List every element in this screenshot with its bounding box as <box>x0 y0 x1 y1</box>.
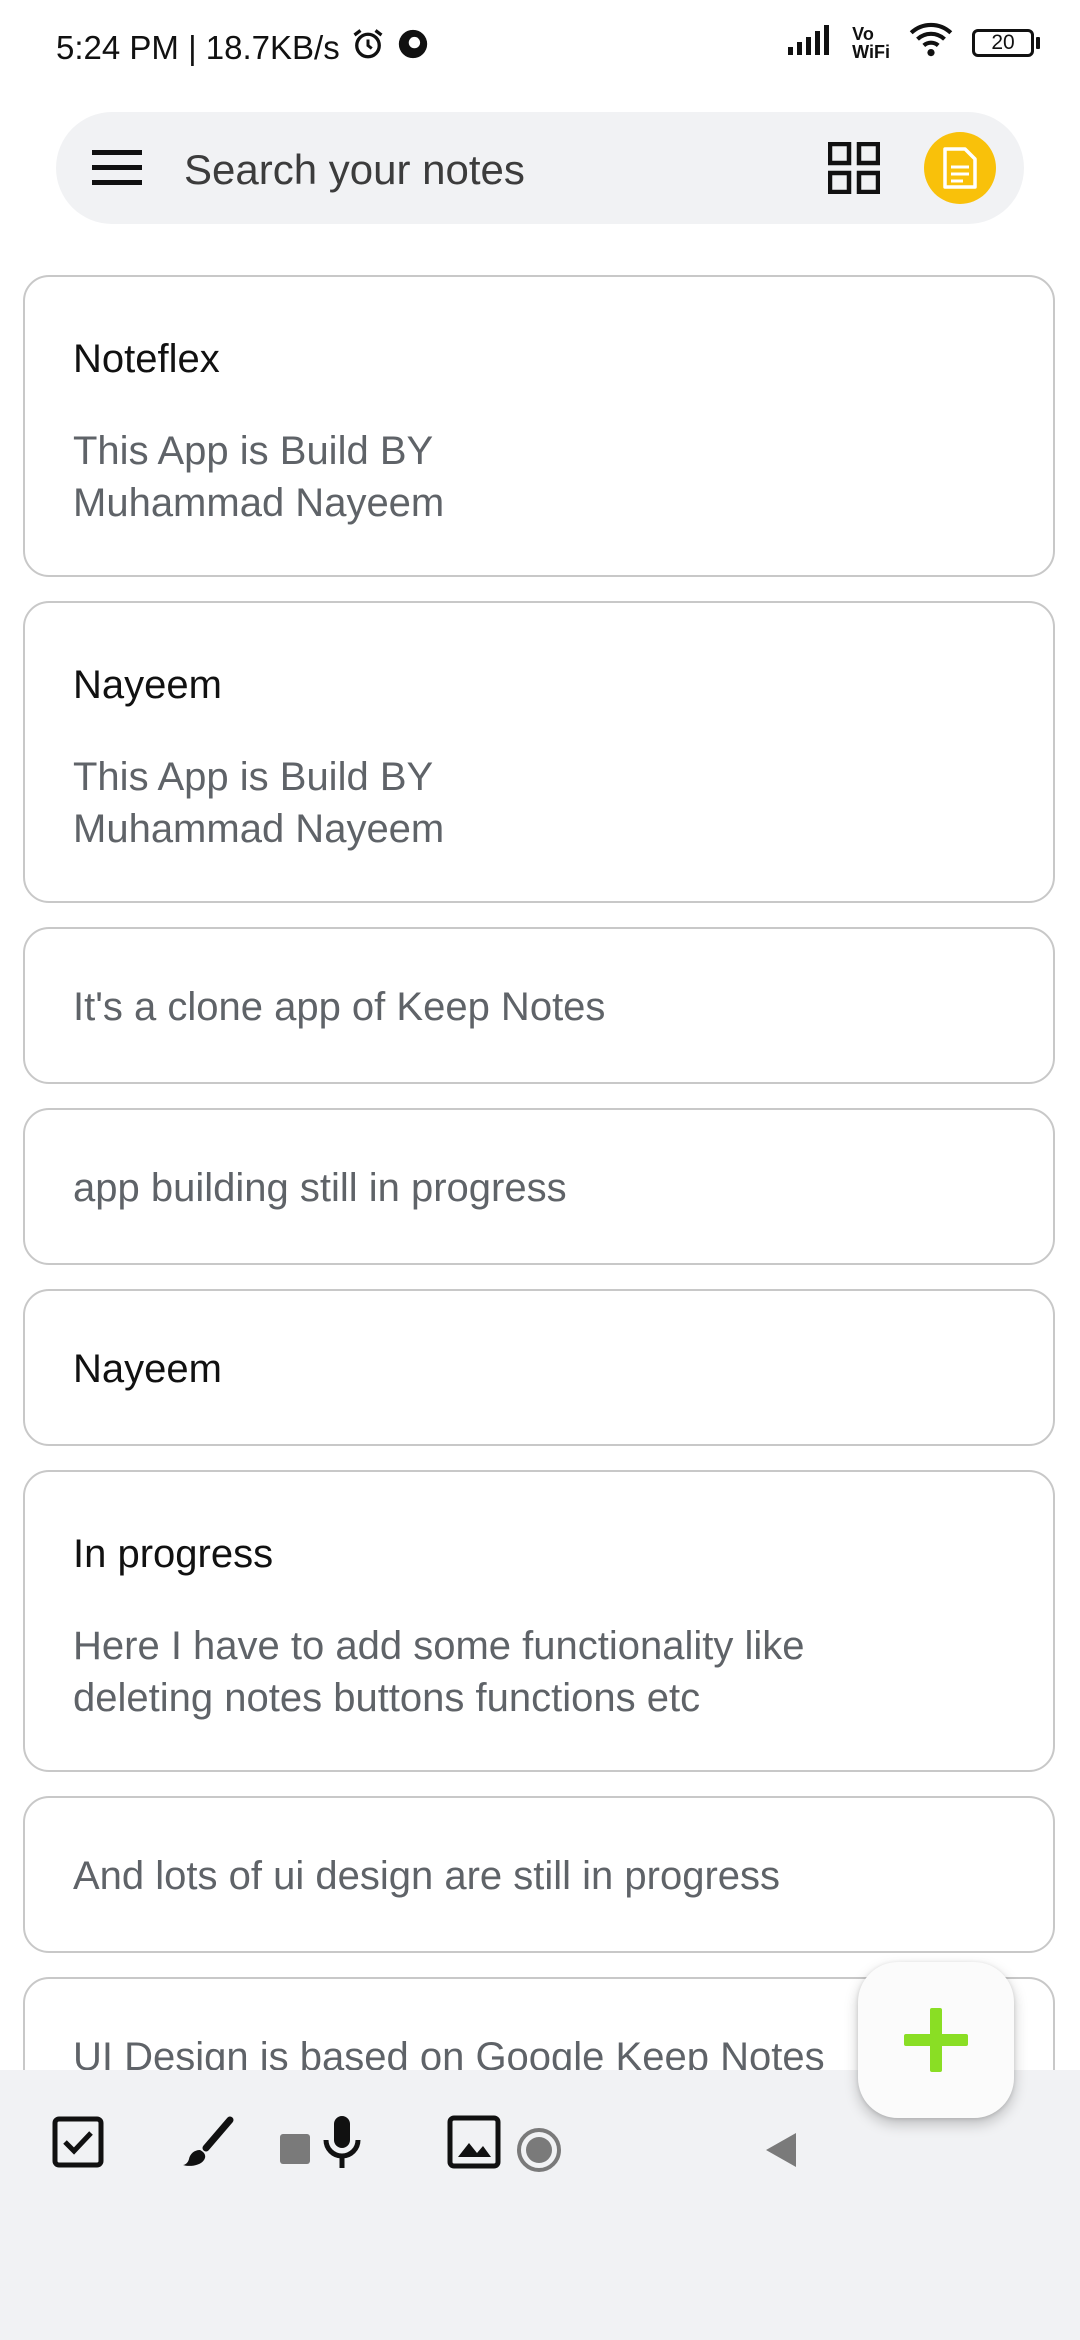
note-card[interactable]: It's a clone app of Keep Notes <box>23 927 1055 1084</box>
menu-icon[interactable] <box>92 148 142 188</box>
vowifi-top: Vo <box>852 23 874 44</box>
note-card[interactable]: Noteflex This App is Build BY Muhammad N… <box>23 275 1055 577</box>
note-body: And lots of ui design are still in progr… <box>73 1854 781 1898</box>
status-bar: 5:24 PM | 18.7KB/s Vo WiFi 20 <box>0 0 1080 96</box>
recents-button[interactable] <box>280 2134 310 2164</box>
brush-icon[interactable] <box>178 2112 238 2172</box>
note-body: It's a clone app of Keep Notes <box>73 985 606 1029</box>
image-icon[interactable] <box>444 2112 504 2172</box>
note-body: app building still in progress <box>73 1166 567 1210</box>
back-button[interactable] <box>762 2130 798 2170</box>
note-body: Here I have to add some functionality li… <box>73 1624 805 1720</box>
status-time: 5:24 PM | 18.7KB/s <box>56 29 340 66</box>
vowifi-label: Vo WiFi <box>852 25 890 61</box>
mic-icon[interactable] <box>312 2112 372 2172</box>
checkbox-icon[interactable] <box>48 2112 108 2172</box>
plus-icon <box>904 2008 968 2072</box>
status-time-speed: 5:24 PM | 18.7KB/s <box>56 26 430 70</box>
battery-icon: 20 <box>972 28 1040 57</box>
note-body: This App is Build BY Muhammad Nayeem <box>73 755 445 851</box>
wifi-icon <box>908 22 954 63</box>
data-saver-icon <box>396 27 430 69</box>
add-note-button[interactable] <box>858 1962 1014 2118</box>
grid-view-icon[interactable] <box>827 141 881 195</box>
search-bar[interactable]: Search your notes <box>56 112 1024 224</box>
vowifi-bottom: WiFi <box>852 41 890 62</box>
note-card[interactable]: And lots of ui design are still in progr… <box>23 1796 1055 1953</box>
document-icon <box>943 147 977 189</box>
note-title: Noteflex <box>73 337 220 381</box>
note-title: Nayeem <box>73 1347 222 1391</box>
search-input[interactable]: Search your notes <box>184 146 525 194</box>
avatar[interactable] <box>924 132 996 204</box>
home-button[interactable] <box>515 2126 563 2174</box>
note-card[interactable]: Nayeem This App is Build BY Muhammad Nay… <box>23 601 1055 903</box>
note-body: This App is Build BY Muhammad Nayeem <box>73 429 445 525</box>
alarm-icon <box>350 26 386 70</box>
note-title: Nayeem <box>73 663 222 707</box>
signal-icon <box>788 25 834 60</box>
note-card[interactable]: In progress Here I have to add some func… <box>23 1470 1055 1772</box>
note-card[interactable]: app building still in progress <box>23 1108 1055 1265</box>
battery-level: 20 <box>972 28 1034 57</box>
note-title: In progress <box>73 1532 274 1576</box>
note-card[interactable]: Nayeem <box>23 1289 1055 1446</box>
